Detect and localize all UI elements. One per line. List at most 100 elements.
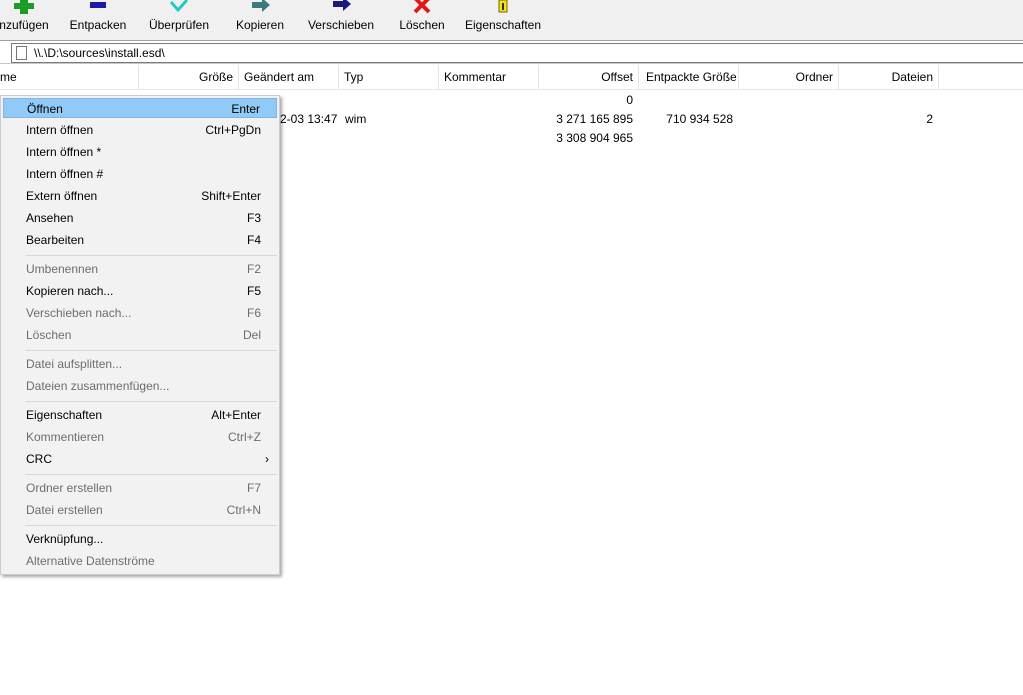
menu-item-label: Eigenschaften	[26, 408, 103, 422]
info-icon	[498, 0, 508, 13]
menu-item-label: Alternative Datenströme	[26, 554, 155, 568]
menu-item-label: Ordner erstellen	[26, 481, 113, 495]
menu-item-split-file[interactable]: Datei aufsplitten...	[3, 354, 277, 374]
unpacked-size-cell: 710 934 528	[666, 112, 733, 126]
menu-item-create-file[interactable]: Datei erstellen Ctrl+N	[3, 500, 277, 520]
menu-item-combine-files[interactable]: Dateien zusammenfügen...	[3, 376, 277, 396]
offset-cell: 3 308 904 965	[556, 131, 633, 145]
submenu-arrow-icon: ›	[265, 452, 269, 466]
menu-item-label: Kommentieren	[26, 430, 105, 444]
menu-item-shortcut: F2	[246, 262, 261, 276]
column-name[interactable]: me	[0, 65, 139, 89]
menu-item-label: Verschieben nach...	[26, 306, 132, 320]
column-files[interactable]: Dateien	[839, 65, 939, 89]
menu-item-delete[interactable]: Löschen Del	[3, 325, 277, 345]
toolbar: nzufügen Entpacken Überprüfen Kopieren V…	[0, 0, 1023, 40]
menu-item-label: Ansehen	[26, 211, 74, 225]
test-button[interactable]: Überprüfen	[146, 0, 212, 40]
menu-item-move-to[interactable]: Verschieben nach... F6	[3, 303, 277, 323]
copy-label: Kopieren	[235, 18, 285, 32]
menu-item-shortcut: Ctrl+PgDn	[205, 123, 261, 137]
menu-item-label: Löschen	[26, 328, 72, 342]
menu-item-shortcut: F6	[246, 306, 261, 320]
menu-item-shortcut: Alt+Enter	[211, 408, 261, 422]
menu-item-crc[interactable]: CRC ›	[3, 449, 277, 469]
menu-item-shortcut: Ctrl+N	[226, 503, 261, 517]
menu-item-label: Dateien zusammenfügen...	[26, 379, 170, 393]
modified-cell: 2-03 13:47	[280, 112, 338, 126]
properties-button[interactable]: Eigenschaften	[464, 0, 542, 40]
menu-item-label: Umbenennen	[26, 262, 99, 276]
menu-item-label: Öffnen	[27, 102, 63, 116]
column-folders[interactable]: Ordner	[739, 65, 839, 89]
column-header: me Größe Geändert am Typ Kommentar Offse…	[0, 65, 1023, 90]
menu-separator	[25, 401, 277, 402]
delete-button[interactable]: Löschen	[396, 0, 448, 40]
offset-cell: 3 271 165 895	[556, 112, 633, 126]
copy-button[interactable]: Kopieren	[232, 0, 288, 40]
menu-item-alternate-streams[interactable]: Alternative Datenströme	[3, 551, 277, 571]
menu-item-label: Kopieren nach...	[26, 284, 114, 298]
column-type[interactable]: Typ	[339, 65, 439, 89]
menu-item-open[interactable]: Öffnen Enter	[3, 98, 277, 118]
address-bar: \\.\D:\sources\install.esd\	[0, 40, 1023, 64]
menu-item-shortcut: Del	[242, 328, 261, 342]
menu-item-open-inside-star[interactable]: Intern öffnen *	[3, 142, 277, 162]
menu-item-rename[interactable]: Umbenennen F2	[3, 259, 277, 279]
document-icon	[16, 46, 27, 60]
menu-item-copy-to[interactable]: Kopieren nach... F5	[3, 281, 277, 301]
column-size[interactable]: Größe	[139, 65, 239, 89]
menu-item-label: Extern öffnen	[26, 189, 98, 203]
menu-item-shortcut: Enter	[231, 102, 260, 116]
column-unpacked-size[interactable]: Entpackte Größe	[639, 65, 739, 89]
menu-separator	[25, 255, 277, 256]
menu-item-label: Intern öffnen #	[26, 167, 104, 181]
offset-cell: 0	[626, 93, 633, 107]
extract-icon	[90, 2, 106, 8]
menu-item-label: Verknüpfung...	[26, 532, 104, 546]
address-path: \\.\D:\sources\install.esd\	[34, 46, 165, 60]
move-label: Verschieben	[307, 18, 375, 32]
extract-button[interactable]: Entpacken	[66, 0, 130, 40]
menu-item-open-outside[interactable]: Extern öffnen Shift+Enter	[3, 186, 277, 206]
files-cell: 2	[926, 112, 933, 126]
properties-label: Eigenschaften	[464, 18, 542, 32]
move-icon	[333, 0, 351, 11]
menu-item-link[interactable]: Verknüpfung...	[3, 529, 277, 549]
delete-icon	[413, 0, 431, 14]
menu-item-label: Intern öffnen	[26, 123, 94, 137]
move-button[interactable]: Verschieben	[306, 0, 376, 40]
menu-item-shortcut: Shift+Enter	[201, 189, 261, 203]
menu-item-label: Datei erstellen	[26, 503, 103, 517]
menu-item-label: CRC	[26, 452, 52, 466]
menu-item-label: Intern öffnen *	[26, 145, 102, 159]
menu-separator	[25, 474, 277, 475]
menu-item-open-inside[interactable]: Intern öffnen Ctrl+PgDn	[3, 120, 277, 140]
copy-icon	[252, 0, 270, 12]
column-comment[interactable]: Kommentar	[439, 65, 539, 89]
menu-item-view[interactable]: Ansehen F3	[3, 208, 277, 228]
menu-item-shortcut: F7	[246, 481, 261, 495]
menu-item-shortcut: F3	[246, 211, 261, 225]
menu-item-label: Bearbeiten	[26, 233, 85, 247]
delete-label: Löschen	[399, 18, 445, 32]
column-modified[interactable]: Geändert am	[239, 65, 339, 89]
type-cell: wim	[345, 112, 367, 126]
column-offset[interactable]: Offset	[539, 65, 639, 89]
test-icon	[169, 0, 189, 13]
menu-item-shortcut: F4	[246, 233, 261, 247]
address-input[interactable]: \\.\D:\sources\install.esd\	[11, 43, 1023, 63]
menu-item-comment[interactable]: Kommentieren Ctrl+Z	[3, 427, 277, 447]
menu-item-label: Datei aufsplitten...	[26, 357, 123, 371]
menu-item-properties[interactable]: Eigenschaften Alt+Enter	[3, 405, 277, 425]
menu-item-open-inside-hash[interactable]: Intern öffnen #	[3, 164, 277, 184]
menu-separator	[25, 350, 277, 351]
menu-item-shortcut: F5	[246, 284, 261, 298]
context-menu: Öffnen Enter Intern öffnen Ctrl+PgDn Int…	[0, 95, 280, 575]
menu-item-create-folder[interactable]: Ordner erstellen F7	[3, 478, 277, 498]
add-button[interactable]: nzufügen	[0, 0, 52, 40]
menu-item-edit[interactable]: Bearbeiten F4	[3, 230, 277, 250]
extract-label: Entpacken	[69, 18, 127, 32]
test-label: Überprüfen	[148, 18, 210, 32]
add-icon	[14, 0, 34, 14]
